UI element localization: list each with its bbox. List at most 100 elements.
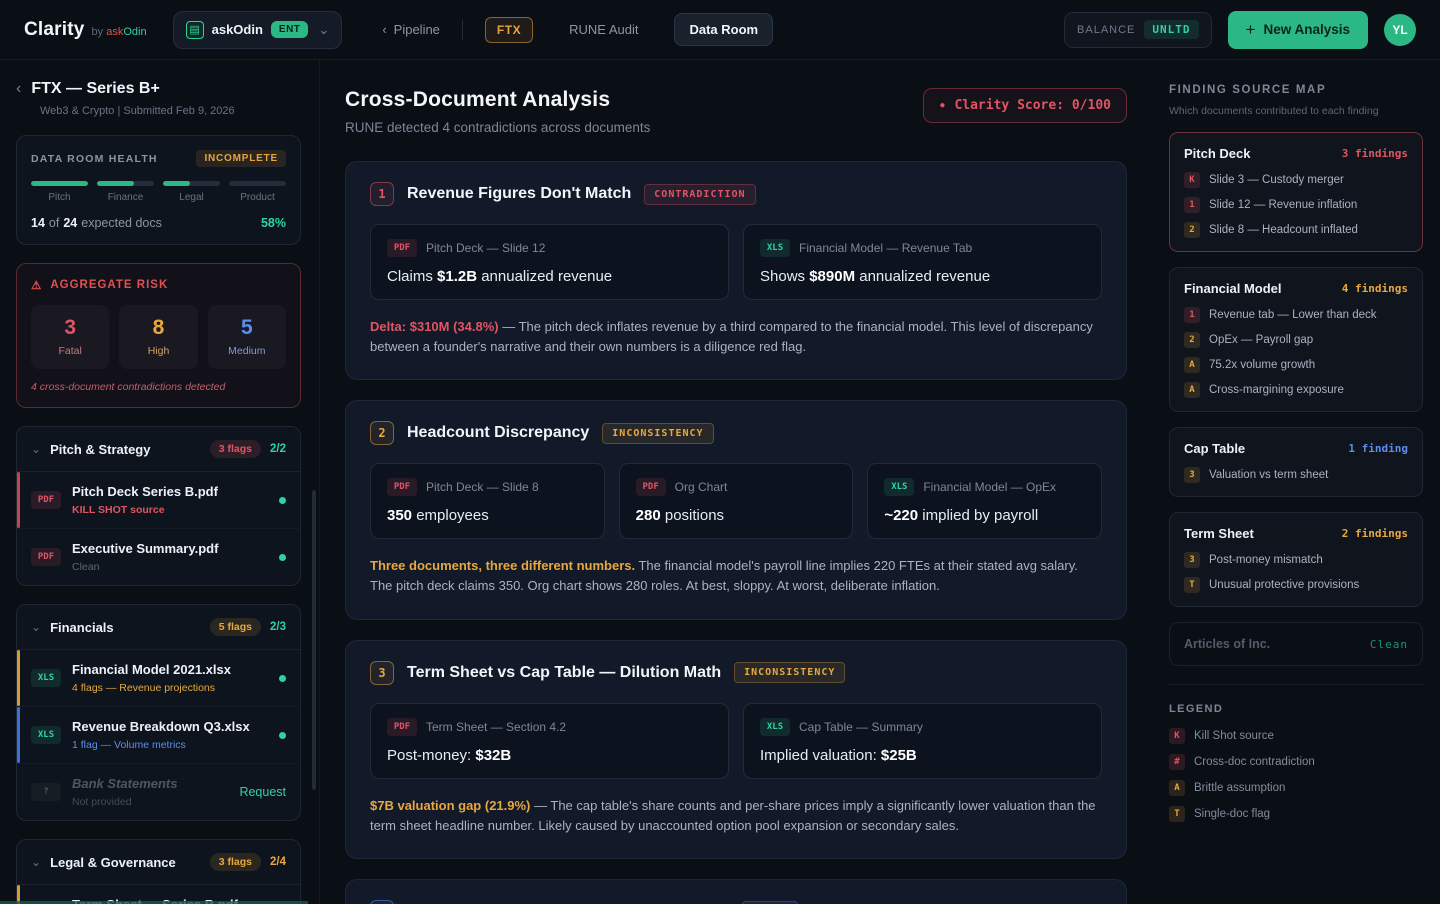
ent-tier-badge: ENT <box>271 21 309 38</box>
finding-ref-badge: 3 <box>1184 467 1200 483</box>
health-bar-legal: Legal <box>163 181 220 203</box>
chevron-left-icon: ‹ <box>382 22 386 37</box>
finding-title: Revenue Figures Don't Match <box>407 185 631 203</box>
evidence-box[interactable]: PDF Pitch Deck — Slide 8 350 employees <box>370 463 605 539</box>
back-chevron-icon[interactable]: ‹ <box>16 80 21 98</box>
doc-row-pitch-deck[interactable]: PDF Pitch Deck Series B.pdf KILL SHOT so… <box>17 472 300 528</box>
sidebar-scrollbar[interactable] <box>312 490 316 790</box>
risk-value: 8 <box>119 316 197 340</box>
source-group-articles-clean: Articles of Inc. Clean <box>1169 622 1423 666</box>
section-name: Financials <box>50 620 201 635</box>
score-text: Clarity Score: 0/100 <box>954 98 1111 113</box>
accent-bar <box>17 650 20 706</box>
source-item-label: Unusual protective provisions <box>1209 579 1359 591</box>
deal-title: FTX — Series B+ <box>31 80 160 98</box>
health-bar-pitch: Pitch <box>31 181 88 203</box>
score-dot-icon: ● <box>939 100 945 111</box>
severity-badge: CONTRADICTION <box>644 184 755 205</box>
source-item[interactable]: A 75.2x volume growth <box>1184 357 1408 373</box>
doc-title: Financial Model 2021.xlsx <box>72 662 268 677</box>
finding-number: 4 <box>370 900 394 904</box>
doc-row-revenue-breakdown[interactable]: XLS Revenue Breakdown Q3.xlsx 1 flag — V… <box>17 706 300 763</box>
pipeline-back-link[interactable]: ‹ Pipeline <box>382 22 440 37</box>
docs-of: of <box>49 216 59 230</box>
evidence-box[interactable]: PDF Term Sheet — Section 4.2 Post-money:… <box>370 703 729 779</box>
finding-ref-badge: 1 <box>1184 307 1200 323</box>
docs-suffix: expected docs <box>81 216 162 230</box>
evidence-box[interactable]: PDF Pitch Deck — Slide 12 Claims $1.2B a… <box>370 224 729 300</box>
workspace-switcher[interactable]: ▤ askOdin ENT ⌄ <box>173 11 343 49</box>
finding-card-4[interactable]: 4 Timeline Inconsistency — Product Launc… <box>345 879 1127 904</box>
source-item[interactable]: 3 Valuation vs term sheet <box>1184 467 1408 483</box>
brand: Clarity by askOdin <box>24 19 147 41</box>
source-group-cap-table[interactable]: Cap Table 1 finding 3 Valuation vs term … <box>1169 427 1423 497</box>
deal-header: ‹ FTX — Series B+ <box>16 80 301 98</box>
evidence-source: Financial Model — Revenue Tab <box>799 241 972 255</box>
bar-label: Pitch <box>31 192 88 203</box>
accent-bar <box>17 472 20 528</box>
evidence-box[interactable]: XLS Financial Model — OpEx ~220 implied … <box>867 463 1102 539</box>
risk-label: Fatal <box>31 345 109 357</box>
section-header[interactable]: ⌄ Pitch & Strategy 3 flags 2/2 <box>17 427 300 472</box>
killshot-badge: K <box>1184 172 1200 188</box>
source-item[interactable]: 1 Revenue tab — Lower than deck <box>1184 307 1408 323</box>
source-item[interactable]: 2 Slide 8 — Headcount inflated <box>1184 222 1408 238</box>
askodin-logo-icon: ▤ <box>186 21 204 39</box>
doc-row-exec-summary[interactable]: PDF Executive Summary.pdf Clean <box>17 528 300 585</box>
page-title: Cross-Document Analysis <box>345 88 650 112</box>
avatar[interactable]: YL <box>1384 14 1416 46</box>
request-link[interactable]: Request <box>239 785 286 799</box>
evidence-claim: Post-money: $32B <box>387 747 712 764</box>
tab-data-room[interactable]: Data Room <box>674 13 773 46</box>
new-analysis-button[interactable]: + New Analysis <box>1228 11 1368 49</box>
pipeline-label: Pipeline <box>394 22 440 37</box>
finding-card-3[interactable]: 3 Term Sheet vs Cap Table — Dilution Mat… <box>345 640 1127 859</box>
legend: LEGEND K Kill Shot source # Cross-doc co… <box>1169 684 1423 822</box>
deal-subtitle: Web3 & Crypto | Submitted Feb 9, 2026 <box>40 105 301 117</box>
single-doc-flag-badge: T <box>1184 577 1200 593</box>
tab-rune-audit[interactable]: RUNE Audit <box>555 14 652 45</box>
source-item[interactable]: 1 Slide 12 — Revenue inflation <box>1184 197 1408 213</box>
doc-row-financial-model[interactable]: XLS Financial Model 2021.xlsx 4 flags — … <box>17 650 300 706</box>
evidence-source: Cap Table — Summary <box>799 720 923 734</box>
risk-note: 4 cross-document contradictions detected <box>31 381 286 393</box>
source-item[interactable]: T Unusual protective provisions <box>1184 577 1408 593</box>
source-group-pitch-deck[interactable]: Pitch Deck 3 findings K Slide 3 — Custod… <box>1169 132 1423 252</box>
source-group-financial-model[interactable]: Financial Model 4 findings 1 Revenue tab… <box>1169 267 1423 412</box>
bar-label: Legal <box>163 192 220 203</box>
deal-tag-ftx[interactable]: FTX <box>485 17 533 43</box>
evidence-source: Pitch Deck — Slide 8 <box>426 480 539 494</box>
clarity-score-badge: ● Clarity Score: 0/100 <box>923 88 1127 123</box>
section-header[interactable]: ⌄ Legal & Governance 3 flags 2/4 <box>17 840 300 885</box>
file-type-chip: PDF <box>31 548 61 566</box>
source-item[interactable]: K Slide 3 — Custody merger <box>1184 172 1408 188</box>
evidence-source: Org Chart <box>675 480 728 494</box>
byline-ask: ask <box>106 26 123 38</box>
finding-card-2[interactable]: 2 Headcount Discrepancy INCONSISTENCY PD… <box>345 400 1127 619</box>
evidence-claim: 280 positions <box>636 507 837 524</box>
section-header[interactable]: ⌄ Financials 5 flags 2/3 <box>17 605 300 650</box>
evidence-box[interactable]: PDF Org Chart 280 positions <box>619 463 854 539</box>
severity-badge: INCONSISTENCY <box>734 662 845 683</box>
accent-bar <box>17 707 20 763</box>
source-map-subtitle: Which documents contributed to each find… <box>1169 105 1423 117</box>
evidence-source: Financial Model — OpEx <box>923 480 1056 494</box>
evidence-box[interactable]: XLS Financial Model — Revenue Tab Shows … <box>743 224 1102 300</box>
finding-title: Headcount Discrepancy <box>407 424 589 442</box>
file-type-chip: XLS <box>760 239 790 257</box>
evidence-box[interactable]: XLS Cap Table — Summary Implied valuatio… <box>743 703 1102 779</box>
findings-count: 4 findings <box>1342 282 1408 295</box>
source-item[interactable]: 2 OpEx — Payroll gap <box>1184 332 1408 348</box>
doc-title: Executive Summary.pdf <box>72 541 268 556</box>
source-item[interactable]: 3 Post-money mismatch <box>1184 552 1408 568</box>
finding-card-1[interactable]: 1 Revenue Figures Don't Match CONTRADICT… <box>345 161 1127 380</box>
file-type-chip: PDF <box>387 718 417 736</box>
doc-row-bank-statements[interactable]: ? Bank Statements Not provided Request <box>17 763 300 820</box>
file-type-chip: PDF <box>387 239 417 257</box>
finding-title: Term Sheet vs Cap Table — Dilution Math <box>407 664 721 682</box>
doc-note: 4 flags — Revenue projections <box>72 682 268 694</box>
source-group-term-sheet[interactable]: Term Sheet 2 findings 3 Post-money misma… <box>1169 512 1423 607</box>
main-header: Cross-Document Analysis RUNE detected 4 … <box>345 88 1127 135</box>
source-item[interactable]: A Cross-margining exposure <box>1184 382 1408 398</box>
section-pitch-strategy: ⌄ Pitch & Strategy 3 flags 2/2 PDF Pitch… <box>16 426 301 586</box>
